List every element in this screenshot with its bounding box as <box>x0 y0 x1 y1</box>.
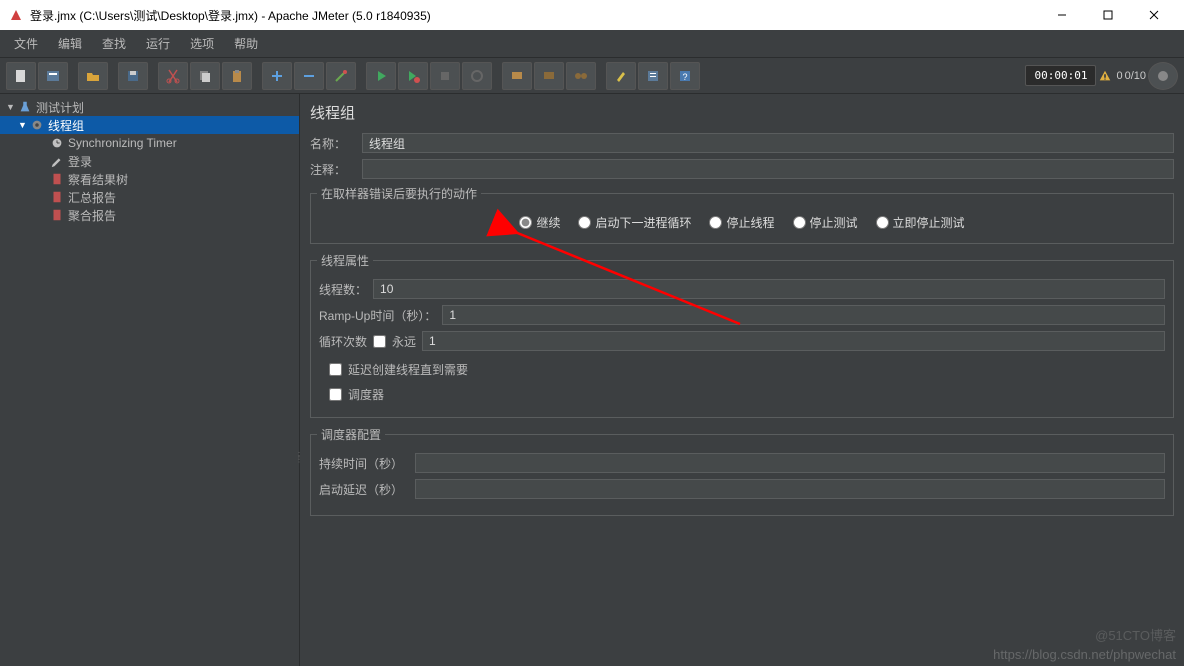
tree-panel: ▼ 测试计划 ▼ 线程组 Synchronizing Timer 登录 察看结果… <box>0 94 300 666</box>
duration-label: 持续时间（秒） <box>319 455 409 472</box>
radio-next-loop[interactable]: 启动下一进程循环 <box>578 214 691 231</box>
tree-label: 汇总报告 <box>68 189 116 206</box>
main-panel: 线程组 名称： 注释： 在取样器错误后要执行的动作 继续 启动下一进程循环 停止… <box>300 94 1184 666</box>
tree-item-login[interactable]: 登录 <box>0 152 299 170</box>
tree-item-thread-group[interactable]: ▼ 线程组 <box>0 116 299 134</box>
ramp-input[interactable] <box>442 305 1165 325</box>
menu-edit[interactable]: 编辑 <box>48 31 92 56</box>
tree-item-sync-timer[interactable]: Synchronizing Timer <box>0 134 299 152</box>
tree-item-summary-report[interactable]: 汇总报告 <box>0 188 299 206</box>
ramp-label: Ramp-Up时间（秒）： <box>319 307 436 324</box>
threads-input[interactable] <box>373 279 1165 299</box>
tree-item-view-results-tree[interactable]: 察看结果树 <box>0 170 299 188</box>
scheduler-fieldset: 调度器配置 持续时间（秒） 启动延迟（秒） <box>310 426 1174 516</box>
clear-all-button[interactable] <box>638 62 668 90</box>
tree-label: 测试计划 <box>36 99 84 116</box>
elapsed-timer: 00:00:01 <box>1025 65 1096 86</box>
menu-find[interactable]: 查找 <box>92 31 136 56</box>
templates-button[interactable] <box>38 62 68 90</box>
flask-icon <box>18 100 32 114</box>
maximize-button[interactable] <box>1086 1 1130 29</box>
splitter-grip[interactable]: ⋮⋮ <box>295 454 301 462</box>
forever-checkbox[interactable]: 永远 <box>373 333 416 350</box>
pencil-icon <box>50 154 64 168</box>
error-action-fieldset: 在取样器错误后要执行的动作 继续 启动下一进程循环 停止线程 停止测试 立即停止… <box>310 185 1174 244</box>
close-button[interactable] <box>1132 1 1176 29</box>
comment-input[interactable] <box>362 159 1174 179</box>
tree-item-test-plan[interactable]: ▼ 测试计划 <box>0 98 299 116</box>
start-no-timers-button[interactable] <box>398 62 428 90</box>
paste-button[interactable] <box>222 62 252 90</box>
radio-continue[interactable]: 继续 <box>519 214 560 231</box>
start-button[interactable] <box>366 62 396 90</box>
startup-delay-input[interactable] <box>415 479 1165 499</box>
toolbar: ? 00:00:01 0 0/10 <box>0 58 1184 94</box>
stop-button[interactable] <box>430 62 460 90</box>
function-helper-button[interactable]: ? <box>670 62 700 90</box>
thread-props-fieldset: 线程属性 线程数： Ramp-Up时间（秒）： 循环次数 永远 延迟创建线程直到… <box>310 252 1174 418</box>
page-red-icon <box>50 172 64 186</box>
delay-create-checkbox[interactable]: 延迟创建线程直到需要 <box>319 357 1165 382</box>
thread-props-legend: 线程属性 <box>317 252 373 269</box>
remote-start-button[interactable] <box>502 62 532 90</box>
panel-title: 线程组 <box>310 102 1174 123</box>
tree-item-aggregate-report[interactable]: 聚合报告 <box>0 206 299 224</box>
gear-icon <box>30 118 44 132</box>
collapse-button[interactable] <box>294 62 324 90</box>
page-red-icon <box>50 208 64 222</box>
loop-input[interactable] <box>422 331 1165 351</box>
threads-label: 线程数： <box>319 281 367 298</box>
clear-button[interactable] <box>606 62 636 90</box>
scheduler-checkbox[interactable]: 调度器 <box>319 382 1165 407</box>
tree-label: 线程组 <box>48 117 84 134</box>
copy-button[interactable] <box>190 62 220 90</box>
remote-shutdown-button[interactable] <box>566 62 596 90</box>
warning-count: 0 <box>1116 70 1122 82</box>
menu-options[interactable]: 选项 <box>180 31 224 56</box>
svg-text:?: ? <box>682 72 687 82</box>
new-button[interactable] <box>6 62 36 90</box>
menu-bar: 文件 编辑 查找 运行 选项 帮助 <box>0 30 1184 58</box>
comment-label: 注释： <box>310 161 356 178</box>
window-title: 登录.jmx (C:\Users\测试\Desktop\登录.jmx) - Ap… <box>30 7 1040 24</box>
radio-stop-thread[interactable]: 停止线程 <box>709 214 774 231</box>
expand-button[interactable] <box>262 62 292 90</box>
shutdown-button[interactable] <box>462 62 492 90</box>
scheduler-legend: 调度器配置 <box>317 426 385 443</box>
name-input[interactable] <box>362 133 1174 153</box>
app-icon <box>8 7 24 23</box>
loop-label: 循环次数 <box>319 333 367 350</box>
error-action-legend: 在取样器错误后要执行的动作 <box>317 185 481 202</box>
window-titlebar: 登录.jmx (C:\Users\测试\Desktop\登录.jmx) - Ap… <box>0 0 1184 30</box>
radio-stop-test-now[interactable]: 立即停止测试 <box>876 214 965 231</box>
radio-stop-test[interactable]: 停止测试 <box>793 214 858 231</box>
menu-help[interactable]: 帮助 <box>224 31 268 56</box>
name-label: 名称： <box>310 135 356 152</box>
startup-delay-label: 启动延迟（秒） <box>319 481 409 498</box>
save-button[interactable] <box>118 62 148 90</box>
duration-input[interactable] <box>415 453 1165 473</box>
cut-button[interactable] <box>158 62 188 90</box>
menu-run[interactable]: 运行 <box>136 31 180 56</box>
minimize-button[interactable] <box>1040 1 1084 29</box>
remote-stop-button[interactable] <box>534 62 564 90</box>
warning-icon <box>1098 69 1112 83</box>
tree-label: 登录 <box>68 153 92 170</box>
warning-indicator: 0 <box>1098 69 1122 83</box>
workspace: ▼ 测试计划 ▼ 线程组 Synchronizing Timer 登录 察看结果… <box>0 94 1184 666</box>
thread-count: 0/10 <box>1125 70 1146 82</box>
clock-icon <box>50 136 64 150</box>
toggle-button[interactable] <box>326 62 356 90</box>
tree-label: 察看结果树 <box>68 171 128 188</box>
status-indicator <box>1148 62 1178 90</box>
tree-label: Synchronizing Timer <box>68 136 177 150</box>
menu-file[interactable]: 文件 <box>4 31 48 56</box>
open-button[interactable] <box>78 62 108 90</box>
tree-label: 聚合报告 <box>68 207 116 224</box>
page-red-icon <box>50 190 64 204</box>
